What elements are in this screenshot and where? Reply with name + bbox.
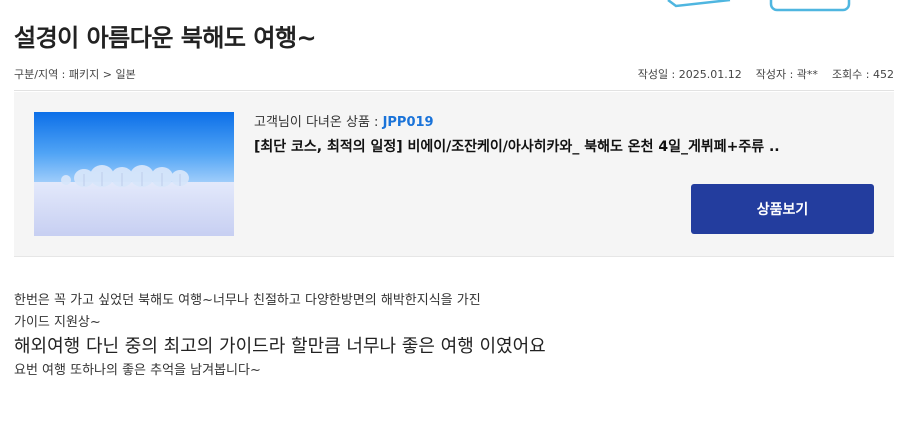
product-code: JPP019 [382,115,434,130]
product-title[interactable]: [최단 코스, 최적의 일정] 비에이/조잔케이/아사히카와_ 북해도 온천 4… [254,136,819,156]
product-label: 고객님이 다녀온 상품 : JPP019 [254,111,434,130]
post-meta-info: 작성일 : 2025.01.12 작성자 : 곽** 조회수 : 452 [638,66,894,82]
review-line: 가이드 지원상~ [14,315,101,330]
meta-divider [14,90,894,91]
review-line: 해외여행 다닌 중의 최고의 가이드라 할만큼 너무나 좋은 여행 이였어요 [14,336,546,357]
post-meta-row: 구분/지역 : 패키지 > 일본 작성일 : 2025.01.12 작성자 : … [14,66,894,82]
post-date: 작성일 : 2025.01.12 [637,68,742,81]
product-card: 고객님이 다녀온 상품 : JPP019 [최단 코스, 최적의 일정] 비에이… [14,92,894,257]
review-content: 한번은 꼭 가고 싶었던 북해도 여행~너무나 친절하고 다양한방면의 해박한지… [14,290,894,382]
page-title: 설경이 아름다운 북해도 여행~ [14,24,317,52]
category-breadcrumb: 구분/지역 : 패키지 > 일본 [14,68,136,81]
post-author: 작성자 : 곽** [755,68,818,81]
view-product-button[interactable]: 상품보기 [691,184,874,234]
product-image[interactable] [34,112,234,236]
header-decoration-illustration [667,0,851,12]
review-line: 한번은 꼭 가고 싶었던 북해도 여행~너무나 친절하고 다양한방면의 해박한지… [14,293,481,308]
post-views: 조회수 : 452 [831,68,894,81]
product-label-prefix: 고객님이 다녀온 상품 : [254,115,383,130]
review-line: 요번 여행 또하나의 좋은 추억을 남겨봅니다~ [14,363,261,378]
